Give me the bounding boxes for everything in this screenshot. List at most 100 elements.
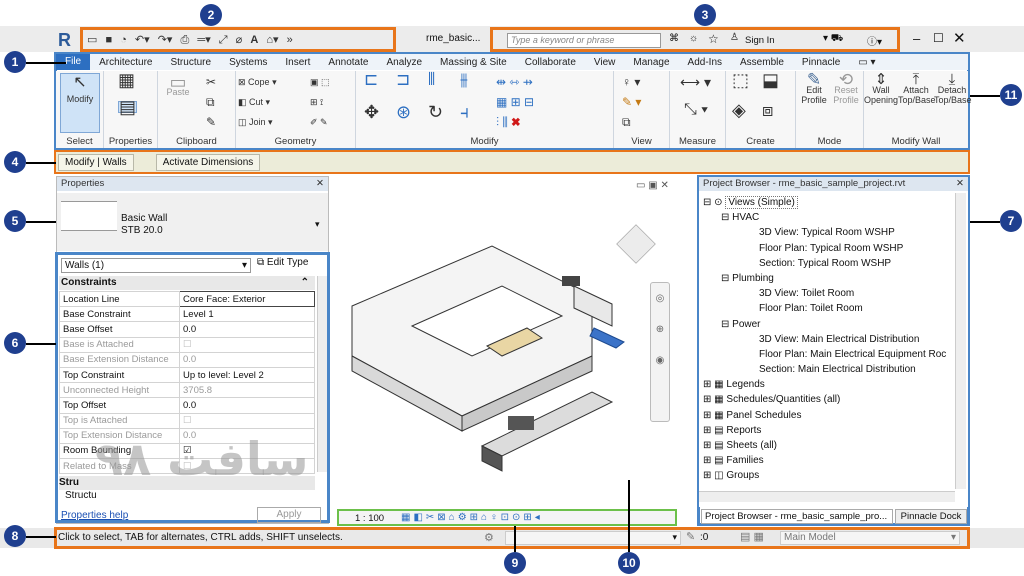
cart-icon[interactable]: ▾ ⛟ xyxy=(823,33,843,46)
scale-selector[interactable]: 1 : 100 xyxy=(355,513,384,524)
tree-item[interactable]: Section: Typical Room WSHP xyxy=(703,256,953,271)
wall-opening-button[interactable]: ⇕ Wall Opening xyxy=(864,72,898,105)
view-control-icons[interactable]: ▦◧✂⊠⌂⚙⊞⌂♀⊡⊙⊞◂ xyxy=(401,512,543,523)
view-window-controls[interactable]: ▭ ▣ ✕ xyxy=(636,180,669,191)
trim-icon[interactable]: ⫞ xyxy=(460,103,469,121)
binoculars-icon[interactable]: ⌘ xyxy=(669,33,679,44)
revit-logo-icon[interactable]: R xyxy=(58,30,71,51)
copy-icon[interactable]: ⧉ xyxy=(206,96,215,108)
hide-icon[interactable]: ♀ ▾ xyxy=(622,76,640,88)
offset-icon[interactable]: ⊐ xyxy=(396,71,410,88)
create-parts-icon[interactable]: ⬓ xyxy=(762,71,779,89)
type-dropdown-icon[interactable]: ▾ xyxy=(315,219,320,230)
steering-wheel-icon[interactable]: ◎ xyxy=(651,293,669,304)
tree-item[interactable]: ⊞ ▤ Families xyxy=(703,453,953,468)
cut-icon[interactable]: ✂ xyxy=(206,76,216,88)
tree-item[interactable]: Floor Plan: Toilet Room xyxy=(703,301,953,316)
tree-item[interactable]: ⊟ Power xyxy=(703,317,953,332)
attach-top-base-button[interactable]: ⤒ Attach Top/Base xyxy=(898,72,936,105)
table-row[interactable]: Top Constraint Up to level: Level 2 xyxy=(59,366,315,384)
move-icon[interactable]: ✥ xyxy=(364,103,379,121)
table-row[interactable]: Base Constraint Level 1 xyxy=(59,306,315,323)
delete-icon[interactable]: ⫶ ⫼ ✖ xyxy=(496,116,520,128)
tree-item[interactable]: 3D View: Main Electrical Distribution xyxy=(703,332,953,347)
cut-geometry-button[interactable]: ◧ Cut ▾ xyxy=(238,97,270,107)
table-row[interactable]: Top Offset 0.0 xyxy=(59,397,315,414)
workset-dropdown[interactable]: ▾ xyxy=(505,531,681,545)
maximize-icon[interactable]: ☐ xyxy=(933,31,944,45)
tab-architecture[interactable]: Architecture xyxy=(90,57,161,68)
tree-item[interactable]: Section: Main Electrical Distribution xyxy=(703,362,953,377)
design-option-dropdown[interactable]: Main Model ▾ xyxy=(780,531,960,545)
tab-add-ins[interactable]: Add-Ins xyxy=(679,57,731,68)
drawing-area[interactable]: ▭ ▣ ✕ ◎ ⊕ ◉ xyxy=(332,176,696,524)
prop-value[interactable]: 0.0 xyxy=(179,321,315,338)
modify-button[interactable]: ↖ Modify xyxy=(60,73,100,133)
tree-item[interactable]: ⊟ Plumbing xyxy=(703,271,953,286)
mirror-draw-icon[interactable]: ⫵ xyxy=(460,71,468,88)
tree-item[interactable]: ⊟ ⊙ Views (Simple) xyxy=(703,195,953,210)
communication-icon[interactable]: ☼ xyxy=(689,33,698,44)
tree-item[interactable]: Floor Plan: Main Electrical Equipment Ro… xyxy=(703,347,953,362)
minimize-icon[interactable]: – xyxy=(913,31,920,46)
user-icon[interactable]: ♙ xyxy=(730,32,739,43)
constraints-group[interactable]: Constraints ⌃ xyxy=(59,276,315,290)
type-selector[interactable]: Basic Wall STB 20.0 ▾ xyxy=(57,193,328,251)
panel-toggle-icon[interactable]: ▭ ▾ xyxy=(849,57,884,68)
print-icon[interactable]: ⎙ xyxy=(181,34,190,47)
tree-item[interactable]: Floor Plan: Typical Room WSHP xyxy=(703,241,953,256)
mirror-pick-icon[interactable]: ⫴ xyxy=(428,71,435,88)
zoom-icon[interactable]: ⊕ xyxy=(651,324,669,335)
tab-view[interactable]: View xyxy=(585,57,625,68)
align-icon[interactable]: ⊏ xyxy=(364,71,378,88)
properties-scrollbar[interactable] xyxy=(317,276,327,472)
design-options-icon[interactable]: ▤ ▦ xyxy=(740,530,764,543)
tab-systems[interactable]: Systems xyxy=(220,57,276,68)
editing-requests-icon[interactable]: ✎ xyxy=(686,530,695,543)
undo-icon[interactable]: ↶▾ xyxy=(135,33,150,46)
demolish-icon[interactable]: ✐ ✎ xyxy=(310,117,328,127)
create-assembly-icon[interactable]: ⬚ xyxy=(732,71,749,89)
create-group-icon[interactable]: ◈ xyxy=(732,101,746,119)
detach-top-base-button[interactable]: ⤓ Detach Top/Base xyxy=(934,72,972,105)
activate-dimensions-button[interactable]: Activate Dimensions xyxy=(155,153,261,171)
pinnacle-dock-tab[interactable]: Pinnacle Dock xyxy=(895,509,967,524)
edit-type-button[interactable]: ⧉ Edit Type xyxy=(257,257,308,268)
tree-item[interactable]: ⊞ ▦ Schedules/Quantities (all) xyxy=(703,392,953,407)
type-properties-icon[interactable]: ▦ xyxy=(118,71,135,89)
override-icon[interactable]: ✎ ▾ xyxy=(622,96,641,108)
sync-icon[interactable]: ◔ xyxy=(120,34,127,46)
3d-building-model[interactable] xyxy=(332,216,632,476)
match-properties-icon[interactable]: ✎ xyxy=(206,116,216,128)
navigation-bar[interactable]: ◎ ⊕ ◉ xyxy=(650,282,670,422)
collapse-icon[interactable]: ⌃ xyxy=(301,276,309,290)
measure-icon[interactable]: ═▾ xyxy=(197,33,210,46)
orbit-icon[interactable]: ◉ xyxy=(651,355,669,366)
sign-in-link[interactable]: Sign In xyxy=(745,35,775,46)
close-icon[interactable]: ✕ xyxy=(953,29,966,47)
tree-item[interactable]: ⊟ HVAC xyxy=(703,210,953,225)
worksets-icon[interactable]: ⚙ xyxy=(484,531,494,544)
element-filter[interactable]: Walls (1) ▾ xyxy=(61,258,251,273)
tree-item[interactable]: ⊞ ▦ Panel Schedules xyxy=(703,408,953,423)
paint-icon[interactable]: ⊞ ⟟ xyxy=(310,97,323,107)
aligned-dimension-icon[interactable]: ⤡ ▾ xyxy=(684,102,708,118)
prop-value[interactable]: Up to level: Level 2 xyxy=(179,366,315,384)
table-row[interactable]: Location Line Core Face: Exterior xyxy=(59,290,315,308)
properties-help-link[interactable]: Properties help xyxy=(61,510,128,521)
tab-pinnacle[interactable]: Pinnacle xyxy=(793,57,849,68)
measure-between-icon[interactable]: ⟷ ▾ xyxy=(680,75,711,89)
close-icon[interactable]: ✕ xyxy=(316,177,324,191)
split-icon[interactable]: ⇹ ⇿ ⇸ xyxy=(496,76,533,88)
tag-icon[interactable]: ⌀ xyxy=(236,33,243,46)
tree-item[interactable]: ⊞ ▦ Legends xyxy=(703,377,953,392)
search-input[interactable]: Type a keyword or phrase xyxy=(511,35,614,45)
tab-structure[interactable]: Structure xyxy=(161,57,220,68)
edit-profile-button[interactable]: ✎ Edit Profile xyxy=(798,71,830,105)
properties-icon[interactable]: ▤ xyxy=(118,98,138,116)
select-label[interactable]: Select xyxy=(56,136,103,147)
tree-item[interactable]: ⊞ ▤ Reports xyxy=(703,423,953,438)
tab-analyze[interactable]: Analyze xyxy=(377,57,431,68)
tab-collaborate[interactable]: Collaborate xyxy=(516,57,585,68)
array-icon[interactable]: ▦ ⊞ ⊟ xyxy=(496,96,534,108)
